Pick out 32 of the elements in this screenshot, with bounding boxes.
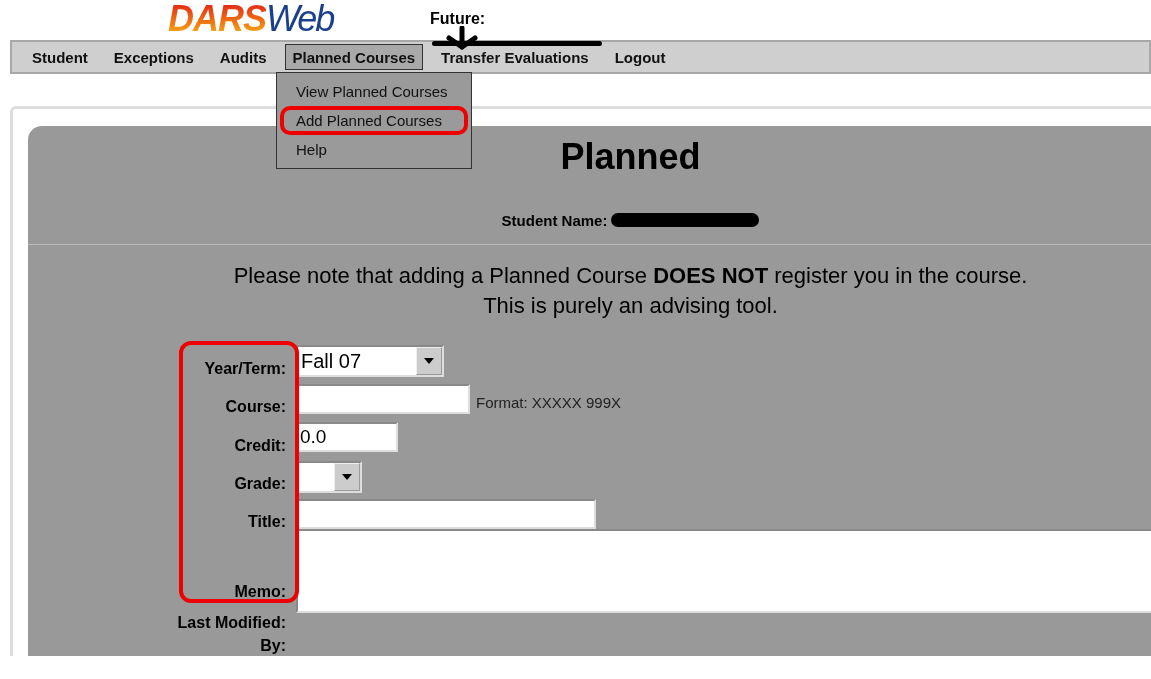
- field-label: Course:: [224, 397, 286, 417]
- nav-tab[interactable]: Student: [24, 44, 96, 70]
- title-field[interactable]: [296, 499, 596, 529]
- credit-field[interactable]: 0.0: [296, 422, 398, 452]
- course-field[interactable]: [296, 384, 470, 414]
- nav-tab[interactable]: Logout: [606, 44, 674, 70]
- nav-tab[interactable]: Planned Courses: [284, 44, 424, 70]
- memo-field[interactable]: [296, 529, 1151, 613]
- caret-icon: [424, 358, 434, 364]
- menu-item[interactable]: View Planned Courses: [280, 77, 468, 106]
- nav-tab[interactable]: Transfer Evaluations: [433, 44, 597, 70]
- notice-text: Please note that adding a Planned Course DOES NOT register you in the course.: [232, 262, 1029, 290]
- student-name-label: Student Name:: [501, 211, 608, 229]
- menu-item[interactable]: Add Planned Courses: [280, 106, 468, 135]
- field-label: Title:: [247, 512, 286, 532]
- last-modified-label: Last Modified: By:: [176, 613, 286, 656]
- field-label: Grade:: [233, 474, 286, 494]
- caret-icon: [342, 474, 352, 480]
- field-label: Year/Term:: [203, 359, 286, 379]
- logo-web-text: Web: [266, 0, 334, 38]
- page-title: Planned: [560, 136, 701, 179]
- notice-text: This is purely an advising tool.: [482, 292, 779, 320]
- field-label: Memo:: [233, 582, 286, 602]
- grade-select[interactable]: [296, 461, 362, 493]
- nav-tab[interactable]: Exceptions: [105, 44, 202, 70]
- down-arrow-icon: [446, 26, 478, 50]
- year-term-select[interactable]: Fall 07: [296, 345, 444, 377]
- menu-item[interactable]: Help: [280, 135, 468, 164]
- format-hint: Format: XXXXX 999X: [476, 394, 622, 411]
- annotation-text: Future:: [430, 10, 486, 28]
- field-label: Credit:: [233, 436, 286, 456]
- nav-tab[interactable]: Audits: [211, 44, 275, 70]
